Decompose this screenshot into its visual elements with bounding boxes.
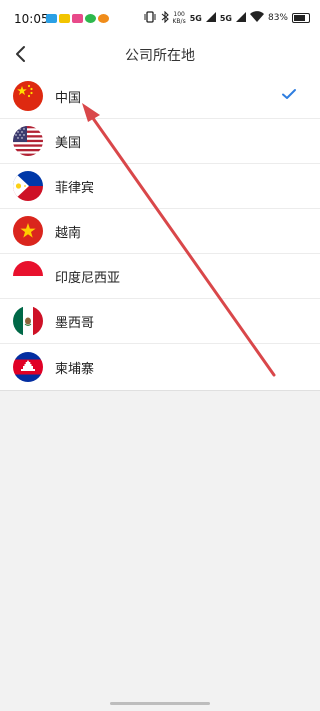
app-notification-icon — [46, 14, 57, 23]
country-label: 柬埔寨 — [55, 361, 95, 377]
wifi-icon — [249, 11, 264, 25]
signal-icon — [205, 11, 216, 25]
vietnam-flag-icon — [13, 216, 43, 246]
phone-icon — [85, 14, 96, 23]
network-speed-value: 100 — [173, 11, 185, 18]
app-notification-icon — [59, 14, 70, 23]
battery-icon — [292, 13, 310, 23]
status-bar: 10:05 100 KB/s 5G 5G 83% — [0, 0, 320, 36]
signal-1-label: 5G — [189, 13, 202, 23]
country-label: 菲律宾 — [55, 180, 95, 196]
bluetooth-icon — [161, 10, 169, 26]
network-speed-unit: KB/s — [172, 18, 186, 25]
signal-icon — [235, 11, 246, 25]
country-item-cambodia[interactable]: 柬埔寨 — [0, 344, 320, 391]
country-label: 墨西哥 — [55, 315, 95, 331]
app-notification-icon — [72, 14, 83, 23]
status-time: 10:05 — [14, 12, 49, 26]
page-title: 公司所在地 — [125, 48, 195, 64]
country-item-philippines[interactable]: 菲律宾 — [0, 164, 320, 209]
weibo-icon — [98, 14, 109, 23]
country-item-mexico[interactable]: 墨西哥 — [0, 299, 320, 344]
battery-percent: 83% — [267, 13, 288, 23]
country-label: 越南 — [55, 225, 82, 241]
country-item-usa[interactable]: 美国 — [0, 119, 320, 164]
china-flag-icon — [13, 81, 43, 111]
country-item-vietnam[interactable]: 越南 — [0, 209, 320, 254]
usa-flag-icon — [13, 126, 43, 156]
country-label: 中国 — [55, 90, 82, 106]
country-label: 印度尼西亚 — [55, 270, 121, 286]
country-label: 美国 — [55, 135, 82, 151]
status-icons: 100 KB/s 5G 5G 83% — [143, 10, 310, 26]
checkmark-icon — [281, 86, 297, 106]
country-list: 中国 美国 菲律宾 越南 印度尼西亚 墨西哥 柬埔寨 — [0, 74, 320, 391]
header: 公司所在地 — [0, 36, 320, 75]
country-item-china[interactable]: 中国 — [0, 74, 320, 119]
home-indicator[interactable] — [110, 702, 210, 705]
network-speed: 100 KB/s — [173, 11, 186, 25]
battery-fill — [294, 15, 305, 21]
signal-2-label: 5G — [219, 13, 232, 23]
cambodia-flag-icon — [13, 352, 43, 382]
indonesia-flag-icon — [13, 261, 43, 291]
mexico-flag-icon — [13, 306, 43, 336]
vibrate-icon — [143, 10, 157, 26]
philippines-flag-icon — [13, 171, 43, 201]
country-item-indonesia[interactable]: 印度尼西亚 — [0, 254, 320, 299]
